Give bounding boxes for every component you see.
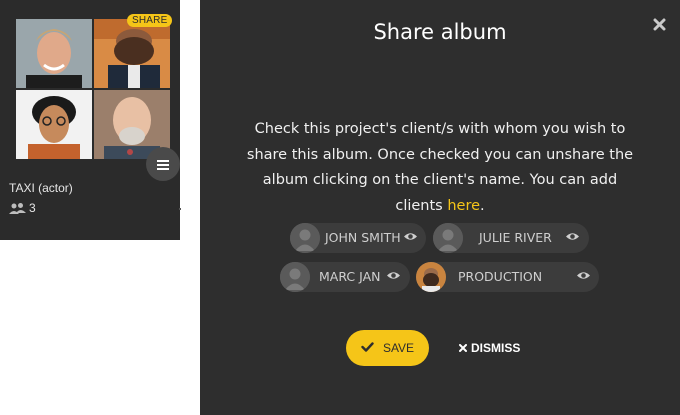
eye-icon[interactable] xyxy=(565,230,580,246)
users-icon xyxy=(9,202,26,214)
client-name: MARC JAN xyxy=(319,269,381,284)
client-name: JULIE RIVER xyxy=(479,230,552,245)
client-chip-production[interactable]: PRODUCTION xyxy=(416,262,599,292)
hamburger-icon xyxy=(157,155,169,174)
default-avatar-icon xyxy=(280,262,310,292)
client-name: JOHN SMITH xyxy=(325,230,401,245)
eye-icon[interactable] xyxy=(386,269,401,285)
default-avatar-icon xyxy=(290,223,320,253)
photo-blond-man xyxy=(16,19,92,88)
divider-dot xyxy=(179,208,181,210)
dismiss-label: DISMISS xyxy=(471,341,521,355)
photo-man-glasses xyxy=(16,90,92,159)
album-card[interactable]: SHARE TAXI (actor) 3 xyxy=(0,0,180,240)
shared-count: 3 xyxy=(9,201,36,215)
album-thumbnail[interactable]: SHARE xyxy=(16,14,173,159)
close-icon[interactable] xyxy=(653,18,666,34)
modal-description: Check this project's client/s with whom … xyxy=(240,117,640,219)
client-chip-julie-river[interactable]: JULIE RIVER xyxy=(433,223,589,253)
production-avatar xyxy=(416,262,446,292)
description-text: Check this project's client/s with whom … xyxy=(246,121,634,214)
default-avatar-icon xyxy=(433,223,463,253)
close-icon xyxy=(459,341,467,355)
album-menu-button[interactable] xyxy=(146,147,180,181)
photo-bearded-man xyxy=(94,19,170,88)
save-label: SAVE xyxy=(382,341,415,355)
client-chip-john-smith[interactable]: JOHN SMITH xyxy=(290,223,426,253)
share-badge: SHARE xyxy=(127,14,173,27)
photo-grid xyxy=(16,19,170,159)
eye-icon[interactable] xyxy=(576,269,591,285)
client-name: PRODUCTION xyxy=(458,269,543,284)
add-clients-link[interactable]: here xyxy=(447,198,480,214)
album-title: TAXI (actor) xyxy=(9,181,73,195)
description-period: . xyxy=(480,197,485,214)
modal-title: Share album xyxy=(373,20,507,44)
save-button[interactable]: SAVE xyxy=(346,330,429,366)
shared-count-value: 3 xyxy=(29,201,36,215)
check-icon xyxy=(361,341,374,355)
share-album-modal: Share album Check this project's client/… xyxy=(200,0,680,415)
client-chip-marc-jan[interactable]: MARC JAN xyxy=(280,262,410,292)
dismiss-button[interactable]: DISMISS xyxy=(459,341,520,355)
eye-icon[interactable] xyxy=(403,230,418,246)
